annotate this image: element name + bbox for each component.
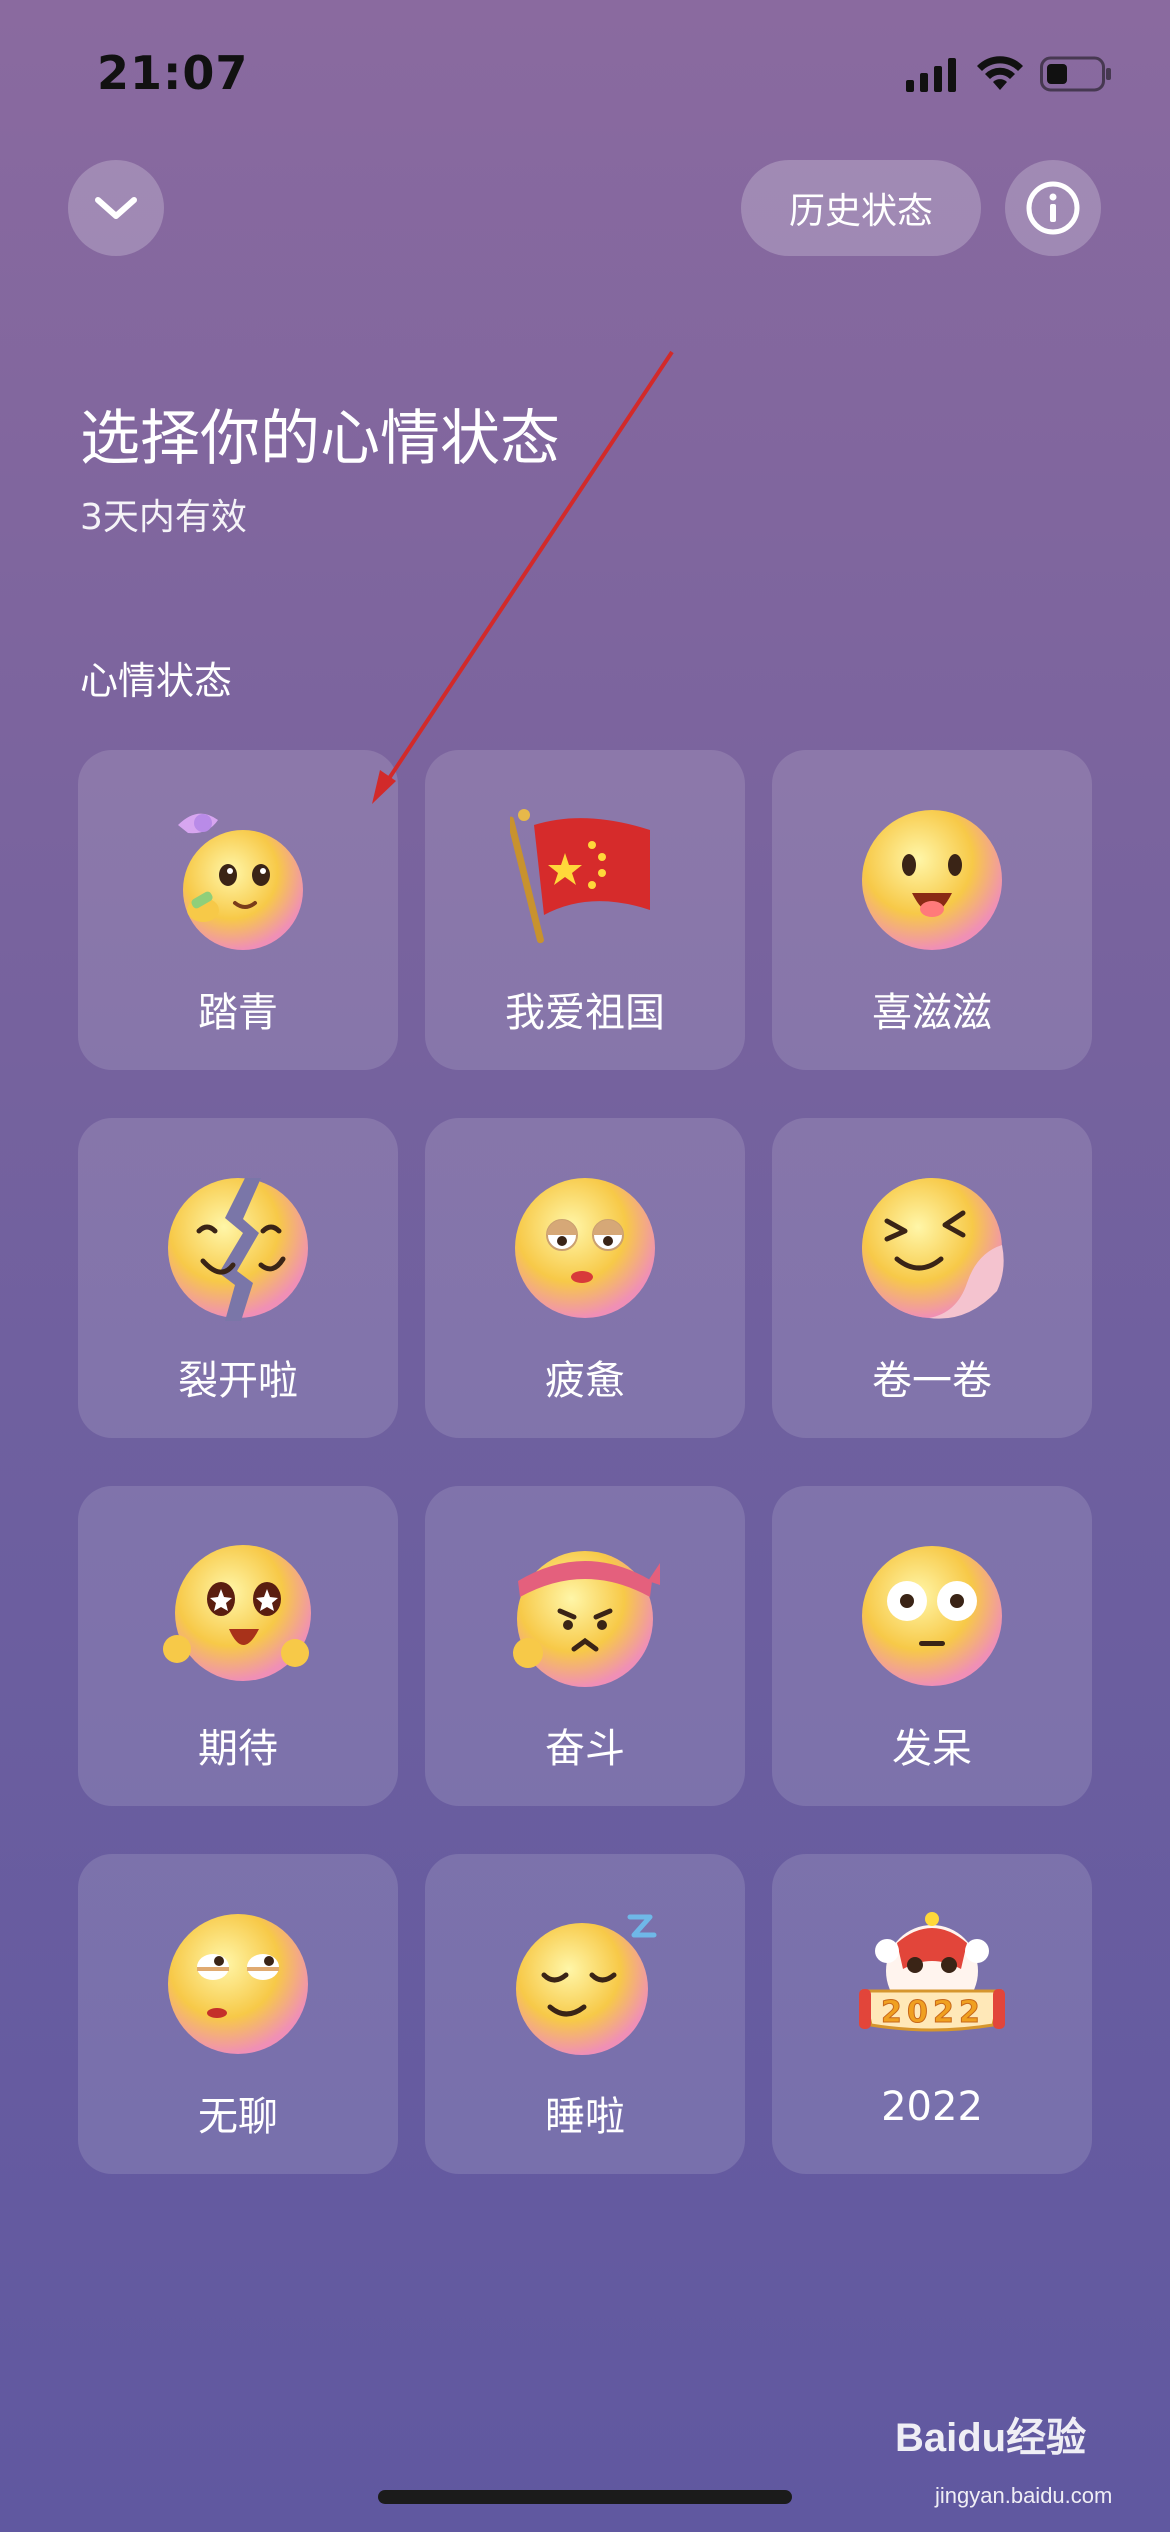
sleeping-emoji-icon	[516, 1914, 657, 2055]
mood-label: 喜滋滋	[872, 990, 992, 1036]
wifi-icon	[977, 56, 1023, 90]
mood-label: 疲惫	[545, 1358, 625, 1404]
mood-label: 期待	[198, 1726, 278, 1772]
page-title: 选择你的心情状态	[80, 404, 560, 474]
mood-label: 踏青	[198, 990, 278, 1036]
cracked-emoji-icon	[168, 1178, 308, 1321]
page-subtitle: 3天内有效	[80, 497, 247, 538]
info-icon	[1026, 181, 1080, 235]
svg-text:0: 0	[907, 1995, 928, 2030]
mood-card-blank-stare[interactable]: 发呆	[772, 1486, 1092, 1806]
status-time: 21:07	[97, 46, 249, 100]
mood-card-striving[interactable]: 奋斗	[425, 1486, 745, 1806]
mood-label: 无聊	[198, 2094, 278, 2140]
mood-label: 我爱祖国	[505, 990, 665, 1036]
mood-card-cracked[interactable]: 裂开啦	[78, 1118, 398, 1438]
history-status-button[interactable]: 历史状态	[741, 160, 981, 256]
status-bar: 21:07	[0, 0, 1170, 150]
baidu-watermark: Baidu经验 jingyan.baidu.com	[895, 2405, 1145, 2515]
mood-label: 睡啦	[545, 2094, 625, 2140]
watermark-brand: Baidu经验	[895, 2416, 1087, 2460]
mood-card-love-motherland[interactable]: 我爱祖国	[425, 750, 745, 1070]
cellular-signal-icon	[906, 58, 956, 92]
mood-label: 卷一卷	[872, 1358, 992, 1404]
mood-label: 裂开啦	[178, 1358, 298, 1404]
svg-text:2: 2	[959, 1995, 980, 2030]
section-label: 心情状态	[80, 659, 233, 703]
bored-emoji-icon	[168, 1914, 308, 2054]
mood-label: 奋斗	[545, 1726, 625, 1772]
tired-emoji-icon	[515, 1178, 655, 1318]
battery-icon	[1040, 56, 1111, 92]
mood-card-tired[interactable]: 疲惫	[425, 1118, 745, 1438]
mood-label: 发呆	[892, 1726, 972, 1772]
spring-outing-emoji-icon	[178, 813, 303, 950]
mood-card-happy[interactable]: 喜滋滋	[772, 750, 1092, 1070]
mood-card-expecting[interactable]: 期待	[78, 1486, 398, 1806]
chevron-down-icon	[95, 197, 137, 219]
mood-label: 2022	[881, 2084, 983, 2130]
watermark-url: jingyan.baidu.com	[935, 2483, 1113, 2508]
mood-card-spring-outing[interactable]: 踏青	[78, 750, 398, 1070]
blank-stare-emoji-icon	[862, 1546, 1002, 1686]
svg-text:2: 2	[933, 1995, 954, 2030]
mood-card-curl[interactable]: 卷一卷	[772, 1118, 1092, 1438]
china-flag-icon	[510, 809, 650, 944]
lion-dance-2022-icon: 2022	[859, 1912, 1005, 2032]
mood-card-sleeping[interactable]: 睡啦	[425, 1854, 745, 2174]
info-button[interactable]	[1005, 160, 1101, 256]
home-indicator[interactable]	[378, 2490, 792, 2504]
striving-emoji-icon	[513, 1551, 660, 1687]
svg-text:2: 2	[881, 1995, 902, 2030]
collapse-button[interactable]	[68, 160, 164, 256]
happy-emoji-icon	[862, 810, 1002, 950]
mood-card-2022[interactable]: 2022 2022	[772, 1854, 1092, 2174]
curled-emoji-icon	[862, 1178, 1004, 1319]
mood-card-bored[interactable]: 无聊	[78, 1854, 398, 2174]
expecting-emoji-icon	[163, 1545, 311, 1681]
